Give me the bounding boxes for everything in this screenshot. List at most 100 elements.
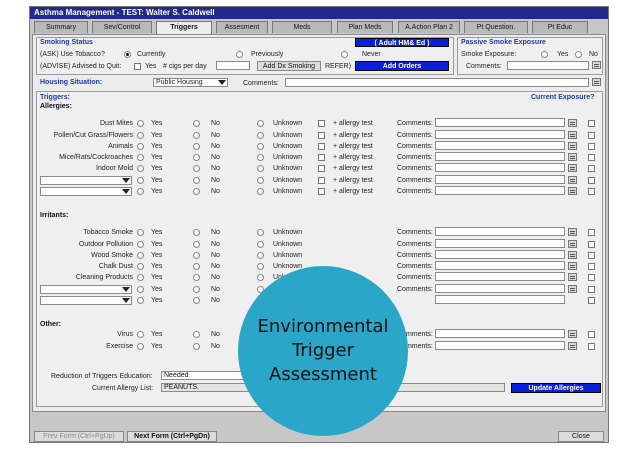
trigger-yes-radio[interactable] [137,263,144,270]
trigger-yes-radio[interactable] [137,331,144,338]
trigger-comments-input[interactable] [435,186,565,195]
trigger-comments-input[interactable] [435,295,565,304]
cigs-per-day-input[interactable] [216,61,250,70]
close-button[interactable]: Close [558,431,604,442]
adult-hm-ed-button[interactable]: ( Adult HM& Ed ) [355,38,449,47]
passive-comments-input[interactable] [507,61,589,70]
comments-edit-icon[interactable] [568,330,577,338]
current-exposure-checkbox[interactable] [588,286,595,293]
never-radio[interactable] [341,51,348,58]
trigger-yes-radio[interactable] [137,343,144,350]
trigger-no-radio[interactable] [193,263,200,270]
trigger-no-radio[interactable] [193,252,200,259]
trigger-unknown-radio[interactable] [257,143,264,150]
comments-edit-icon[interactable] [568,119,577,127]
current-exposure-checkbox[interactable] [588,241,595,248]
trigger-select[interactable] [40,296,132,305]
current-exposure-checkbox[interactable] [588,274,595,281]
trigger-no-radio[interactable] [193,177,200,184]
allergy-test-checkbox[interactable] [318,120,325,127]
trigger-unknown-radio[interactable] [257,229,264,236]
allergy-test-checkbox[interactable] [318,188,325,195]
comments-edit-icon[interactable] [568,240,577,248]
current-exposure-checkbox[interactable] [588,263,595,270]
update-allergies-button[interactable]: Update Allergies [511,383,601,393]
trigger-unknown-radio[interactable] [257,188,264,195]
trigger-yes-radio[interactable] [137,154,144,161]
comments-edit-icon[interactable] [568,262,577,270]
current-exposure-checkbox[interactable] [588,252,595,259]
trigger-yes-radio[interactable] [137,165,144,172]
housing-comments-input[interactable] [285,78,589,87]
comments-edit-icon[interactable] [568,285,577,293]
trigger-comments-input[interactable] [435,163,565,172]
trigger-comments-input[interactable] [435,261,565,270]
next-form-button[interactable]: Next Form (Ctrl+PgDn) [127,431,217,442]
tab-summary[interactable]: Summary [34,21,88,33]
tab-meds[interactable]: Meds [272,21,332,33]
housing-select[interactable]: Public Housing [153,78,228,87]
trigger-yes-radio[interactable] [137,132,144,139]
trigger-comments-input[interactable] [435,239,565,248]
comments-edit-icon[interactable] [568,164,577,172]
trigger-no-radio[interactable] [193,331,200,338]
trigger-no-radio[interactable] [193,297,200,304]
trigger-yes-radio[interactable] [137,297,144,304]
add-dx-smoking-button[interactable]: Add Dx Smoking [257,61,321,71]
trigger-unknown-radio[interactable] [257,132,264,139]
trigger-yes-radio[interactable] [137,177,144,184]
trigger-no-radio[interactable] [193,229,200,236]
trigger-no-radio[interactable] [193,188,200,195]
trigger-comments-input[interactable] [435,141,565,150]
trigger-comments-input[interactable] [435,130,565,139]
passive-comments-edit-icon[interactable] [592,61,601,69]
tab-sev-control[interactable]: Sev/Control [92,21,152,33]
trigger-no-radio[interactable] [193,132,200,139]
trigger-unknown-radio[interactable] [257,120,264,127]
trigger-unknown-radio[interactable] [257,274,264,281]
passive-yes-radio[interactable] [541,51,548,58]
current-exposure-checkbox[interactable] [588,132,595,139]
tab-a-action-plan-2[interactable]: A.Action Plan 2 [398,21,460,33]
trigger-no-radio[interactable] [193,274,200,281]
trigger-yes-radio[interactable] [137,241,144,248]
trigger-yes-radio[interactable] [137,143,144,150]
trigger-unknown-radio[interactable] [257,165,264,172]
comments-edit-icon[interactable] [568,131,577,139]
trigger-comments-input[interactable] [435,152,565,161]
current-exposure-checkbox[interactable] [588,143,595,150]
comments-edit-icon[interactable] [568,251,577,259]
current-exposure-checkbox[interactable] [588,331,595,338]
current-exposure-checkbox[interactable] [588,177,595,184]
trigger-comments-input[interactable] [435,341,565,350]
current-exposure-checkbox[interactable] [588,154,595,161]
comments-edit-icon[interactable] [568,273,577,281]
tab-plan-meds[interactable]: Plan Meds [337,21,393,33]
allergy-test-checkbox[interactable] [318,154,325,161]
trigger-yes-radio[interactable] [137,252,144,259]
allergy-test-checkbox[interactable] [318,143,325,150]
trigger-no-radio[interactable] [193,343,200,350]
comments-edit-icon[interactable] [568,228,577,236]
tab-pt-educ[interactable]: Pt Educ [532,21,588,33]
trigger-comments-input[interactable] [435,250,565,259]
currently-radio[interactable] [124,51,131,58]
passive-no-radio[interactable] [575,51,582,58]
advise-quit-checkbox[interactable] [134,63,141,70]
comments-edit-icon[interactable] [568,187,577,195]
trigger-unknown-radio[interactable] [257,154,264,161]
allergy-test-checkbox[interactable] [318,165,325,172]
housing-comments-edit-icon[interactable] [592,78,601,86]
current-exposure-checkbox[interactable] [588,120,595,127]
trigger-comments-input[interactable] [435,118,565,127]
trigger-select[interactable] [40,187,132,196]
trigger-comments-input[interactable] [435,284,565,293]
trigger-select[interactable] [40,176,132,185]
trigger-unknown-radio[interactable] [257,241,264,248]
trigger-comments-input[interactable] [435,227,565,236]
tab-triggers[interactable]: Triggers [156,21,212,34]
trigger-yes-radio[interactable] [137,188,144,195]
trigger-unknown-radio[interactable] [257,263,264,270]
trigger-yes-radio[interactable] [137,274,144,281]
current-exposure-checkbox[interactable] [588,188,595,195]
